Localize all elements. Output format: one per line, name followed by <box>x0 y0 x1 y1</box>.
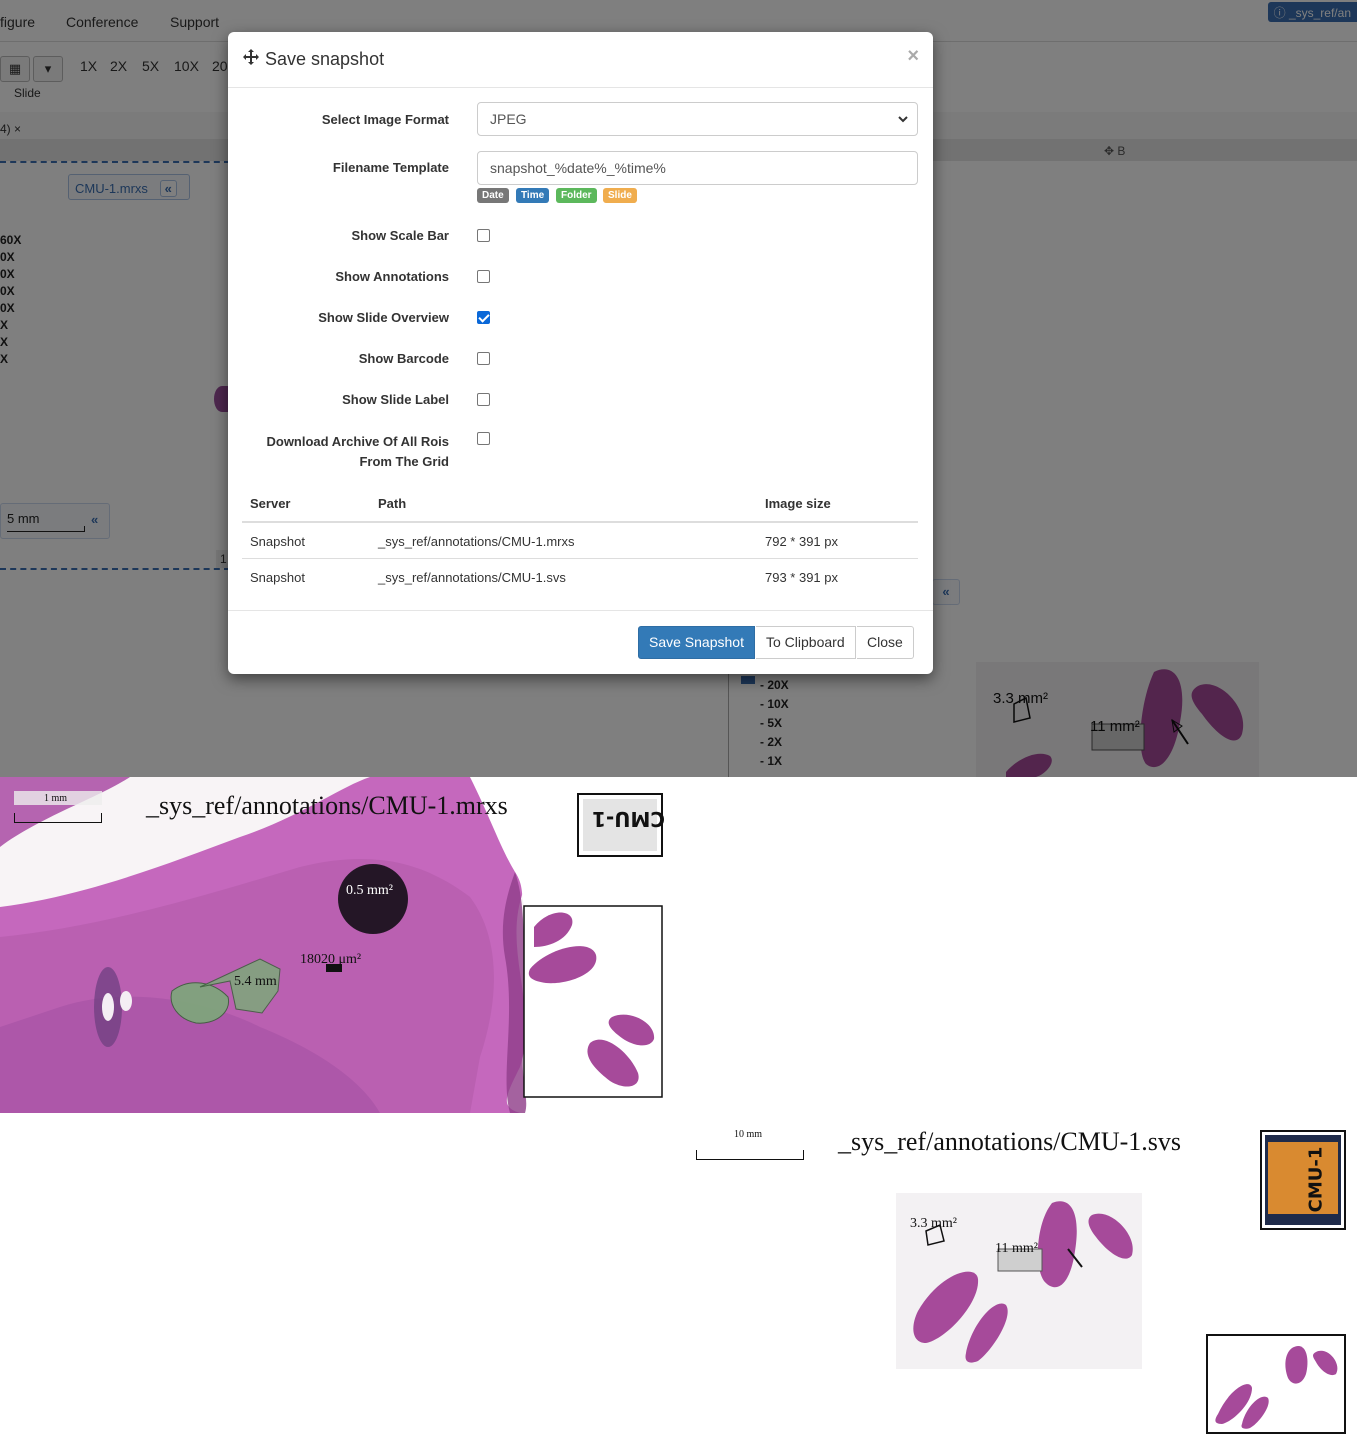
snapshot2-overview <box>1206 1334 1346 1434</box>
format-select[interactable]: JPEG <box>477 102 918 136</box>
snapshot2-area-annot: 3.3 mm² <box>910 1216 957 1231</box>
save-snapshot-modal: Save snapshot × Select Image Format JPEG… <box>228 32 933 674</box>
save-snapshot-button[interactable]: Save Snapshot <box>638 626 755 659</box>
snapshot1-title: _sys_ref/annotations/CMU-1.mrxs <box>146 791 508 820</box>
col-server: Server <box>250 496 291 511</box>
col-path: Path <box>378 496 407 511</box>
snapshot2-title: _sys_ref/annotations/CMU-1.svs <box>838 1127 1182 1156</box>
snapshot-preview-area: 1 mm _sys_ref/annotations/CMU-1.mrxs CMU… <box>0 777 1357 1434</box>
archive-label-line1: Download Archive Of All Rois <box>266 434 449 449</box>
modal-footer-divider <box>228 610 933 611</box>
show-slide-overview-checkbox[interactable] <box>477 311 490 324</box>
snapshot2-scale-bar <box>696 1150 804 1160</box>
snapshot1-len-annot: 5.4 mm <box>234 974 277 989</box>
show-scale-bar-checkbox[interactable] <box>477 229 490 242</box>
tag-slide[interactable]: Slide <box>603 188 637 203</box>
snapshot1-area-annot: 18020 μm² <box>300 952 362 967</box>
snapshot1-label-text: CMU-1 <box>592 807 666 831</box>
archive-label-line2: From The Grid <box>359 454 449 469</box>
tag-folder[interactable]: Folder <box>556 188 597 203</box>
show-annotations-checkbox[interactable] <box>477 270 490 283</box>
move-icon[interactable] <box>242 48 260 66</box>
cell-server: Snapshot <box>250 534 305 549</box>
snapshot1-scale-bar <box>14 813 102 823</box>
snapshot-mrxs-image <box>0 777 663 1113</box>
cell-path: _sys_ref/annotations/CMU-1.mrxs <box>378 534 575 549</box>
snapshot1-circle-annot: 0.5 mm² <box>346 883 393 898</box>
to-clipboard-button[interactable]: To Clipboard <box>756 626 856 659</box>
app-window: figure Conference Support ⓘ _sys_ref/an … <box>0 0 1357 777</box>
option-label-slide-label: Show Slide Label <box>342 392 449 407</box>
tag-time[interactable]: Time <box>516 188 550 203</box>
tag-date[interactable]: Date <box>477 188 509 203</box>
snapshot2-label-text: CMU-1 <box>1305 1146 1327 1213</box>
close-icon[interactable]: × <box>907 45 919 68</box>
modal-header: Save snapshot × <box>228 32 933 88</box>
cell-image-size: 793 * 391 px <box>765 570 839 585</box>
filename-value: snapshot_%date%_%time% <box>490 160 666 176</box>
table-header-divider <box>242 521 918 523</box>
snapshot1-scale-label: 1 mm <box>44 793 68 804</box>
cell-image-size: 792 * 391 px <box>765 534 839 549</box>
table-row-divider <box>242 558 918 559</box>
format-value: JPEG <box>490 111 527 127</box>
col-image-size: Image size <box>765 496 831 511</box>
cell-path: _sys_ref/annotations/CMU-1.svs <box>378 570 566 585</box>
snapshot2-scale-label: 10 mm <box>734 1129 763 1140</box>
filename-input[interactable]: snapshot_%date%_%time% <box>477 151 918 185</box>
show-slide-label-checkbox[interactable] <box>477 393 490 406</box>
snapshot2-len-annot: 11 mm² <box>995 1241 1038 1256</box>
option-label-annotations: Show Annotations <box>335 269 449 284</box>
option-label-barcode: Show Barcode <box>358 351 449 366</box>
download-archive-checkbox[interactable] <box>477 432 490 445</box>
snapshot2-label-image <box>1260 1130 1346 1230</box>
chevron-down-icon <box>898 116 908 123</box>
option-label-scale-bar: Show Scale Bar <box>351 228 449 243</box>
format-label: Select Image Format <box>321 112 449 127</box>
option-label-slide-overview: Show Slide Overview <box>318 310 449 325</box>
close-button[interactable]: Close <box>857 626 914 659</box>
show-barcode-checkbox[interactable] <box>477 352 490 365</box>
cell-server: Snapshot <box>250 570 305 585</box>
filename-label: Filename Template <box>332 160 449 175</box>
modal-title: Save snapshot <box>265 49 385 69</box>
